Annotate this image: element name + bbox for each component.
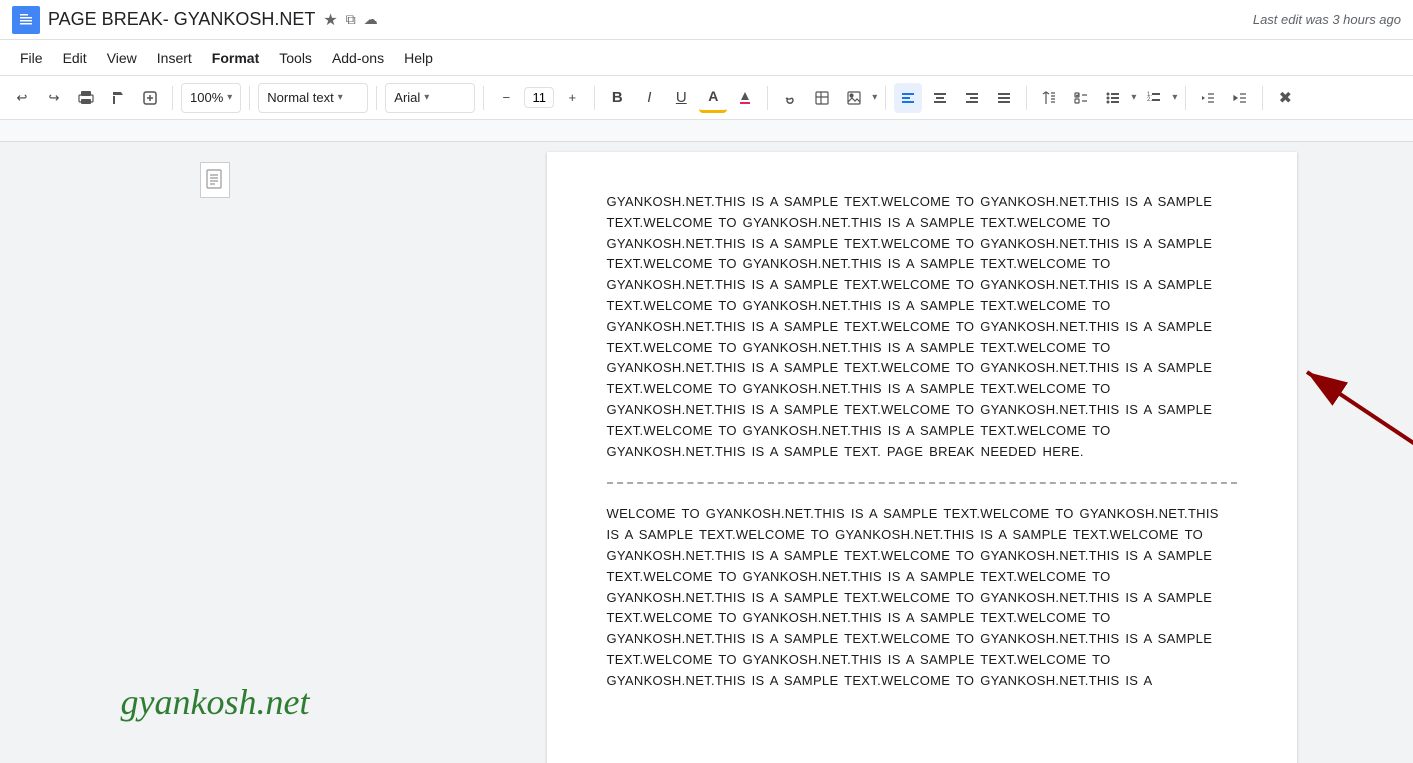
document-text-paragraph-1[interactable]: GYANKOSH.NET.THIS IS A SAMPLE TEXT.WELCO… xyxy=(607,192,1237,462)
numbered-list-arrow[interactable]: ▾ xyxy=(1172,92,1177,103)
document-page[interactable]: GYANKOSH.NET.THIS IS A SAMPLE TEXT.WELCO… xyxy=(547,152,1297,763)
separator-4 xyxy=(483,86,484,110)
menu-tools[interactable]: Tools xyxy=(271,46,320,70)
separator-10 xyxy=(1262,86,1263,110)
underline-button[interactable]: U xyxy=(667,83,695,113)
star-icon[interactable]: ★ xyxy=(323,10,337,30)
menu-insert[interactable]: Insert xyxy=(149,46,200,70)
separator-3 xyxy=(376,86,377,110)
toolbar: ↩ ↪ 100% ▾ Normal text ▾ Arial ▾ − 11 + … xyxy=(0,76,1413,120)
numbered-list-button[interactable]: 1.2. xyxy=(1140,83,1168,113)
bullet-list-arrow[interactable]: ▾ xyxy=(1131,92,1136,103)
page-outline-button[interactable] xyxy=(200,162,230,198)
annotation-arrow xyxy=(1277,342,1413,522)
menu-format[interactable]: Format xyxy=(204,46,267,70)
zoom-select[interactable]: 100% ▾ xyxy=(181,83,241,113)
font-size-dec-button[interactable]: − xyxy=(492,83,520,113)
move-icon[interactable]: ⧉ xyxy=(346,11,356,28)
font-size-inc-button[interactable]: + xyxy=(558,83,586,113)
align-center-button[interactable] xyxy=(926,83,954,113)
app-icon[interactable] xyxy=(12,6,40,34)
checklist-button[interactable] xyxy=(1067,83,1095,113)
image-button[interactable] xyxy=(840,83,868,113)
menu-view[interactable]: View xyxy=(99,46,145,70)
style-arrow: ▾ xyxy=(338,92,343,103)
clear-format-button[interactable]: ✖ xyxy=(1271,83,1299,113)
separator-8 xyxy=(1026,86,1027,110)
document-text-paragraph-2[interactable]: WELCOME TO GYANKOSH.NET.THIS IS A SAMPLE… xyxy=(607,504,1237,691)
separator-6 xyxy=(767,86,768,110)
style-select[interactable]: Normal text ▾ xyxy=(258,83,368,113)
paint-format-button[interactable] xyxy=(104,83,132,113)
align-left-button[interactable] xyxy=(894,83,922,113)
print-button[interactable] xyxy=(72,83,100,113)
cloud-icon[interactable]: ☁ xyxy=(364,11,378,28)
align-right-button[interactable] xyxy=(958,83,986,113)
bold-button[interactable]: B xyxy=(603,83,631,113)
font-size-input[interactable]: 11 xyxy=(524,87,554,108)
separator-2 xyxy=(249,86,250,110)
line-spacing-button[interactable] xyxy=(1035,83,1063,113)
watermark-text: gyankosh.net xyxy=(121,681,310,723)
indent-inc-button[interactable] xyxy=(1226,83,1254,113)
bullet-list-button[interactable] xyxy=(1099,83,1127,113)
last-edit-label: Last edit was 3 hours ago xyxy=(1253,12,1401,27)
highlight-button[interactable] xyxy=(731,83,759,113)
redo-button[interactable]: ↪ xyxy=(40,83,68,113)
menu-edit[interactable]: Edit xyxy=(55,46,95,70)
document-title: PAGE BREAK- GYANKOSH.NET xyxy=(48,9,315,30)
table-button[interactable] xyxy=(808,83,836,113)
separator-7 xyxy=(885,86,886,110)
menu-help[interactable]: Help xyxy=(396,46,441,70)
menu-bar: File Edit View Insert Format Tools Add-o… xyxy=(0,40,1413,76)
image-more-arrow[interactable]: ▾ xyxy=(872,92,877,103)
separator-5 xyxy=(594,86,595,110)
italic-button[interactable]: I xyxy=(635,83,663,113)
content-area: gyankosh.net GYANKOSH.NET.THIS IS A SAMP… xyxy=(0,142,1413,763)
indent-dec-button[interactable] xyxy=(1194,83,1222,113)
menu-addons[interactable]: Add-ons xyxy=(324,46,392,70)
page-break-divider xyxy=(607,482,1237,484)
font-arrow: ▾ xyxy=(424,92,429,103)
link-button[interactable] xyxy=(776,83,804,113)
document-area[interactable]: GYANKOSH.NET.THIS IS A SAMPLE TEXT.WELCO… xyxy=(430,142,1413,763)
ruler: 1 2 3 4 5 xyxy=(0,120,1413,142)
font-select[interactable]: Arial ▾ xyxy=(385,83,475,113)
menu-file[interactable]: File xyxy=(12,46,51,70)
zoom-arrow: ▾ xyxy=(227,92,232,103)
svg-text:2.: 2. xyxy=(1147,97,1152,103)
title-bar: PAGE BREAK- GYANKOSH.NET ★ ⧉ ☁ Last edit… xyxy=(0,0,1413,40)
undo-button[interactable]: ↩ xyxy=(8,83,36,113)
left-sidebar: gyankosh.net xyxy=(0,142,430,763)
separator-1 xyxy=(172,86,173,110)
format-button[interactable] xyxy=(136,83,164,113)
separator-9 xyxy=(1185,86,1186,110)
align-justify-button[interactable] xyxy=(990,83,1018,113)
text-color-button[interactable]: A xyxy=(699,83,727,113)
